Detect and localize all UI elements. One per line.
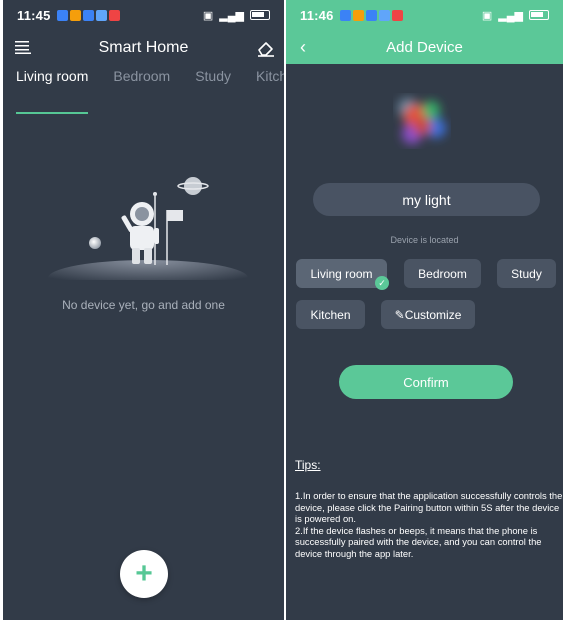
- battery-icon: [250, 10, 270, 20]
- smart-home-screen: 11:45 ▣ ▂▄▆ Smart Home Living room Bedro…: [3, 0, 284, 620]
- device-location-label: Device is located: [390, 235, 459, 245]
- nfc-icon: ▣: [481, 9, 493, 22]
- empty-state-text: No device yet, go and add one: [62, 298, 225, 312]
- room-option-study[interactable]: Study: [497, 259, 556, 288]
- room-option-label: Kitchen: [310, 307, 351, 322]
- notification-icons: [56, 9, 120, 21]
- signal-icon: ▂▄▆: [219, 9, 244, 22]
- plus-icon: +: [135, 557, 153, 590]
- system-icons: ▣ ▂▄▆: [482, 9, 549, 22]
- nfc-icon: ▣: [202, 9, 214, 22]
- room-option-label: Bedroom: [418, 266, 467, 281]
- room-option-label: Study: [511, 266, 542, 281]
- light-device-icon: [398, 98, 446, 144]
- room-option-bedroom[interactable]: Bedroom: [404, 259, 481, 288]
- tab-bedroom[interactable]: Bedroom: [113, 68, 170, 100]
- room-option-label: Living room: [310, 266, 373, 281]
- add-device-button[interactable]: +: [120, 550, 168, 598]
- astronaut-illustration: [48, 177, 248, 280]
- tip-item: 1.In order to ensure that the applicatio…: [295, 490, 563, 525]
- tips-text: 1.In order to ensure that the applicatio…: [295, 490, 563, 560]
- page-header: ‹ Add Device: [286, 30, 563, 64]
- status-bar: 11:46 ▣ ▂▄▆: [286, 0, 563, 30]
- eraser-icon[interactable]: [256, 38, 276, 58]
- status-bar: 11:45 ▣ ▂▄▆: [3, 0, 284, 30]
- signal-icon: ▂▄▆: [498, 9, 523, 22]
- menu-icon[interactable]: [15, 40, 31, 54]
- room-option-kitchen[interactable]: Kitchen: [296, 300, 365, 329]
- device-name-input[interactable]: [313, 183, 540, 216]
- notification-icons: [339, 9, 403, 21]
- app-title: Smart Home: [98, 39, 189, 56]
- back-icon[interactable]: ‹: [300, 37, 306, 58]
- room-tabs: Living room Bedroom Study Kitcher: [3, 68, 284, 114]
- add-device-screen: 11:46 ▣ ▂▄▆ ‹ Add Device Device is locat…: [286, 0, 563, 620]
- confirm-button[interactable]: Confirm: [339, 365, 513, 399]
- status-time: 11:46: [300, 7, 334, 23]
- status-time: 11:45: [17, 7, 51, 23]
- check-icon: ✓: [375, 276, 389, 290]
- tab-living-room[interactable]: Living room: [16, 68, 89, 114]
- room-option-living-room[interactable]: Living room ✓: [296, 259, 389, 290]
- room-option-label: Customize: [404, 307, 462, 322]
- tip-item: 2.If the device flashes or beeps, it mea…: [295, 524, 542, 559]
- room-option-customize[interactable]: ✎ Customize: [381, 300, 475, 329]
- tab-kitchen[interactable]: Kitcher: [256, 68, 284, 100]
- battery-icon: [529, 10, 549, 20]
- app-header: Smart Home: [3, 30, 284, 66]
- system-icons: ▣ ▂▄▆: [203, 9, 270, 22]
- pencil-icon: ✎: [394, 307, 405, 322]
- tab-study[interactable]: Study: [195, 68, 231, 100]
- page-title: Add Device: [386, 38, 463, 56]
- tips-title: Tips:: [295, 458, 321, 472]
